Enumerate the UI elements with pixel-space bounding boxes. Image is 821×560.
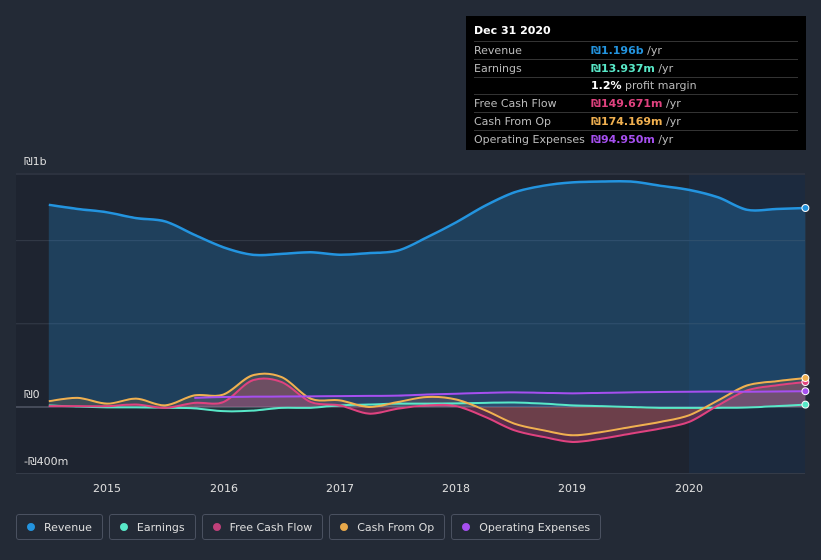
x-tick-label: 2016 (210, 482, 238, 495)
legend-item-free-cash-flow[interactable]: Free Cash Flow (201, 514, 324, 540)
tooltip-row: Revenue ₪1.196b /yr (474, 41, 798, 59)
revenue-end-marker (801, 203, 810, 212)
tooltip-row-label: Earnings (474, 61, 522, 75)
earnings-end-marker (801, 400, 810, 409)
legend-label: Operating Expenses (479, 520, 591, 534)
tooltip-row-value: ₪94.950m /yr (591, 132, 674, 146)
y-tick-label-top: ₪1b (24, 155, 47, 168)
tooltip-row-value: ₪1.196b /yr (591, 43, 662, 57)
x-tick-label: 2018 (442, 482, 470, 495)
tooltip-row: Operating Expenses ₪94.950m /yr (474, 129, 798, 148)
x-tick-label: 2017 (326, 482, 354, 495)
legend-label: Free Cash Flow (229, 520, 313, 534)
tooltip-row: 1.2% profit margin (474, 76, 798, 95)
legend-label: Revenue (44, 520, 92, 534)
legend-dot-icon (27, 523, 35, 531)
legend-item-cash-from-op[interactable]: Cash From Op (329, 514, 446, 540)
tooltip-row-label: Revenue (474, 43, 522, 57)
x-tick-label: 2019 (558, 482, 586, 495)
tooltip-date: Dec 31 2020 (474, 24, 551, 37)
legend-item-revenue[interactable]: Revenue (16, 514, 103, 540)
y-tick-label-bottom: -₪400m (24, 455, 69, 468)
operating-expenses-end-marker (801, 387, 810, 396)
tooltip-row-value: 1.2% profit margin (591, 79, 697, 93)
legend-dot-icon (119, 523, 128, 531)
legend-dot-icon (212, 523, 221, 531)
tooltip-row: Free Cash Flow ₪149.671m /yr (474, 94, 798, 112)
tooltip-row-label: Free Cash Flow (474, 97, 557, 111)
tooltip-row-value: ₪149.671m /yr (591, 97, 681, 111)
legend-dot-icon (340, 523, 349, 531)
legend-item-operating-expenses[interactable]: Operating Expenses (451, 514, 602, 540)
legend-dot-icon (462, 523, 471, 531)
cash-from-op-end-marker (801, 374, 810, 383)
data-tooltip: Dec 31 2020 Revenue ₪1.196b /yr Earnings ₪1… (466, 16, 806, 150)
y-tick-label-zero: ₪0 (24, 388, 40, 401)
tooltip-row-value: ₪13.937m /yr (591, 61, 674, 75)
tooltip-row: Cash From Op ₪174.169m /yr (474, 112, 798, 130)
tooltip-row: Earnings ₪13.937m /yr (474, 58, 798, 77)
legend-item-earnings[interactable]: Earnings (108, 514, 196, 540)
legend-label: Cash From Op (357, 520, 435, 534)
x-tick-label: 2020 (675, 482, 703, 495)
x-tick-label: 2015 (93, 482, 121, 495)
chart-legend: Revenue Earnings Free Cash Flow Cash From O… (16, 514, 602, 540)
tooltip-row-label: Cash From Op (474, 115, 552, 129)
legend-label: Earnings (136, 520, 185, 534)
tooltip-row-value: ₪174.169m /yr (591, 115, 681, 129)
tooltip-row-label: Operating Expenses (474, 132, 585, 146)
